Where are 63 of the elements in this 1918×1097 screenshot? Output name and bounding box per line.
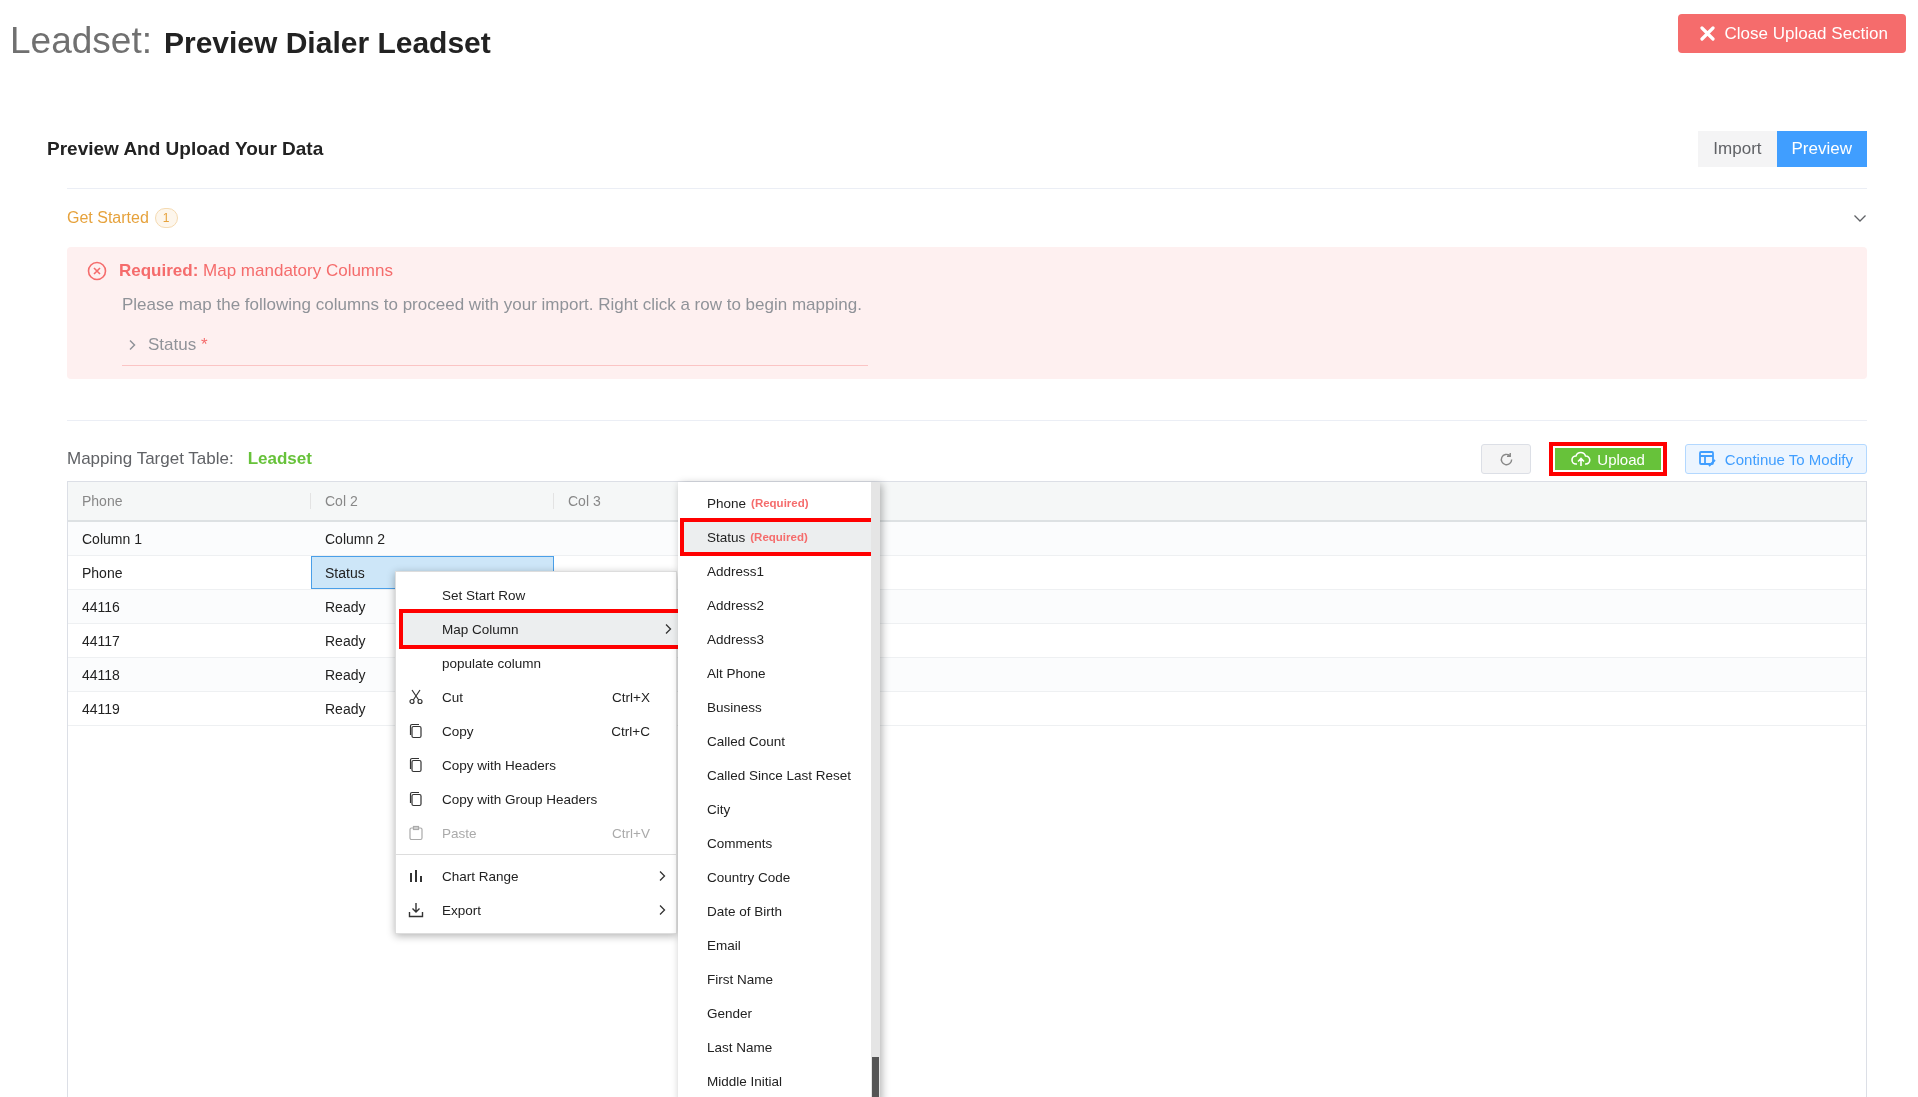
menu-item[interactable]: Comments <box>678 826 870 860</box>
table-cell[interactable]: Ready <box>325 666 366 683</box>
target-table-name: Leadset <box>247 449 312 469</box>
menu-item[interactable]: Set Start Row <box>396 578 676 612</box>
table-cell[interactable]: 44116 <box>82 598 120 615</box>
chevron-right-icon <box>658 870 666 882</box>
scrollbar-thumb[interactable] <box>872 1057 879 1097</box>
menu-item[interactable]: City <box>678 792 870 826</box>
menu-item[interactable]: First Name <box>678 962 870 996</box>
table-cell[interactable]: 44119 <box>82 700 120 717</box>
table-cell[interactable]: Ready <box>325 598 366 615</box>
mapping-label: Mapping Target Table: <box>67 449 234 469</box>
cloud-upload-icon <box>1571 451 1592 467</box>
alert-message: Please map the following columns to proceed with your import. Right click a row to begin mapping. <box>122 295 863 315</box>
alert-heading: Required: Map mandatory Columns <box>119 261 393 281</box>
copy-icon <box>408 757 424 773</box>
table-cell[interactable]: Phone <box>82 564 123 581</box>
close-icon <box>1699 26 1715 41</box>
menu-item[interactable]: Copy with Headers <box>396 748 676 782</box>
menu-item[interactable]: Copy Ctrl+C <box>396 714 676 748</box>
menu-item[interactable]: Phone (Required) <box>678 486 870 520</box>
menu-item[interactable]: Cut Ctrl+X <box>396 680 676 714</box>
chevron-right-icon[interactable] <box>128 339 136 351</box>
menu-item[interactable]: Business <box>678 690 870 724</box>
bar-chart-icon <box>408 868 424 884</box>
mode-tab[interactable]: Import <box>1698 131 1777 167</box>
menu-item[interactable]: Chart Range <box>396 859 676 893</box>
table-cell[interactable]: Column 2 <box>325 530 385 547</box>
menu-item[interactable]: Gender <box>678 996 870 1030</box>
chevron-right-icon <box>658 904 666 916</box>
refresh-button[interactable] <box>1481 444 1532 474</box>
section-title: Preview And Upload Your Data <box>47 138 324 160</box>
chevron-right-icon <box>664 623 672 635</box>
table-edit-icon <box>1698 451 1717 467</box>
error-circle-icon <box>87 261 107 281</box>
table-cell[interactable]: Column 1 <box>82 530 142 547</box>
menu-item[interactable]: Called Since Last Reset <box>678 758 870 792</box>
copy-icon <box>408 791 424 807</box>
clipboard-icon <box>408 825 424 841</box>
missing-column-label: Status * <box>148 335 208 355</box>
table-cell[interactable]: 44117 <box>82 632 120 649</box>
download-icon <box>408 902 424 918</box>
table-cell[interactable]: Ready <box>325 632 366 649</box>
menu-item[interactable]: Country Code <box>678 860 870 894</box>
copy-icon <box>408 723 424 739</box>
count-badge: 1 <box>154 208 178 228</box>
menu-item[interactable]: Date of Birth <box>678 894 870 928</box>
menu-item[interactable]: Address1 <box>678 554 870 588</box>
menu-item[interactable]: Last Name <box>678 1030 870 1064</box>
menu-item[interactable]: Export <box>396 893 676 927</box>
menu-item[interactable]: Email <box>678 928 870 962</box>
refresh-icon <box>1498 451 1514 467</box>
menu-item[interactable]: Called Count <box>678 724 870 758</box>
table-cell[interactable]: 44118 <box>82 666 120 683</box>
page-title-prefix: Leadset: <box>10 20 152 62</box>
menu-item[interactable]: Middle Initial <box>678 1064 870 1097</box>
table-cell[interactable]: Ready <box>325 700 366 717</box>
menu-item[interactable]: Copy with Group Headers <box>396 782 676 816</box>
scissors-icon <box>408 689 424 705</box>
page-title: Preview Dialer Leadset <box>163 26 491 60</box>
menu-item[interactable]: Alt Phone <box>678 656 870 690</box>
chevron-icon[interactable] <box>1853 213 1867 223</box>
menu-item[interactable]: populate column <box>396 646 676 680</box>
